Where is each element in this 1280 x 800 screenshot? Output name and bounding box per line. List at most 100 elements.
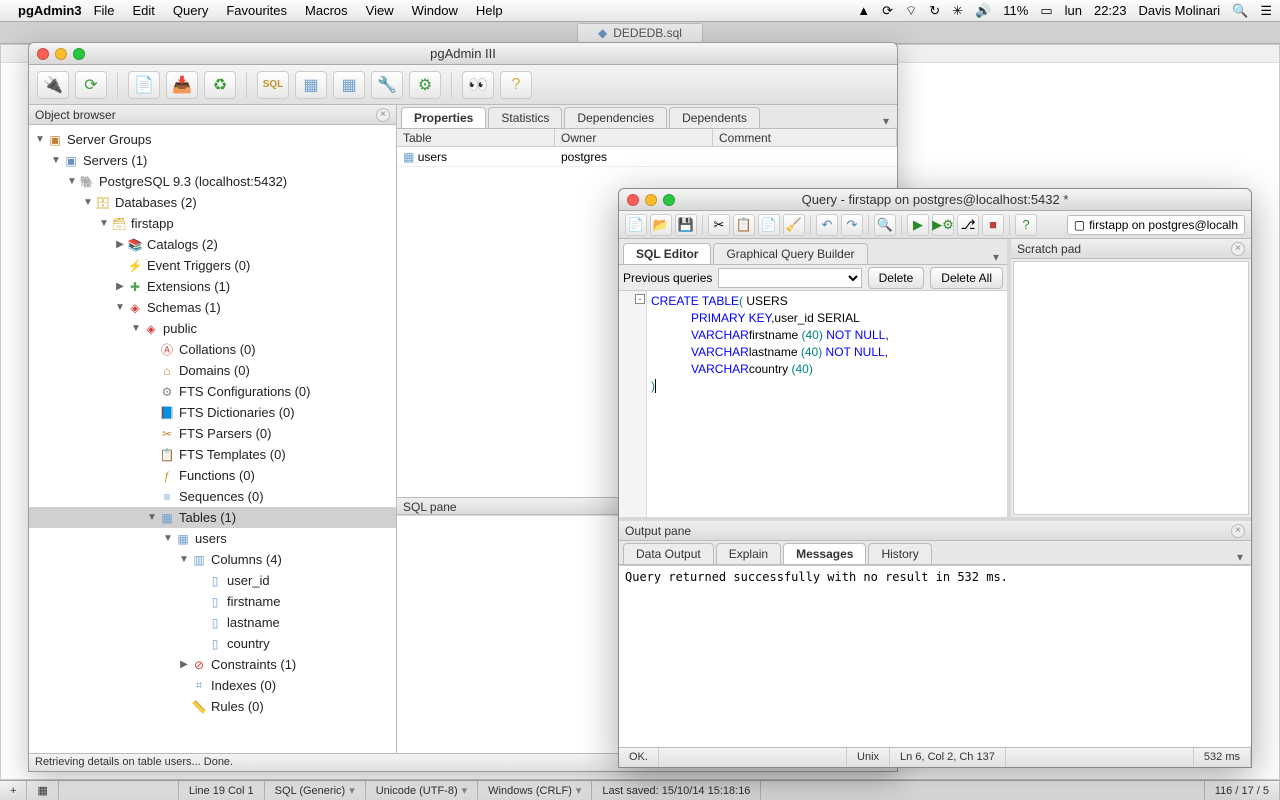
copy-button[interactable]: 📋 bbox=[733, 214, 755, 236]
cut-button[interactable]: ✂ bbox=[708, 214, 730, 236]
find-button[interactable]: 🔍 bbox=[874, 214, 896, 236]
tab-history[interactable]: History bbox=[868, 543, 931, 564]
tree-databases[interactable]: Databases (2) bbox=[115, 195, 197, 210]
tree-postgresql[interactable]: PostgreSQL 9.3 (localhost:5432) bbox=[99, 174, 287, 189]
tree-col-country[interactable]: country bbox=[227, 636, 270, 651]
guru-button[interactable]: 👀 bbox=[462, 71, 494, 99]
tree-servers[interactable]: Servers (1) bbox=[83, 153, 147, 168]
tab-graphical-builder[interactable]: Graphical Query Builder bbox=[713, 243, 867, 264]
wifi-icon[interactable]: ⌔ bbox=[905, 3, 917, 19]
tree-functions[interactable]: Functions (0) bbox=[179, 468, 255, 483]
redo-button[interactable]: ↷ bbox=[841, 214, 863, 236]
tree-col-userid[interactable]: user_id bbox=[227, 573, 270, 588]
tree-indexes[interactable]: Indexes (0) bbox=[211, 678, 276, 693]
tab-data-output[interactable]: Data Output bbox=[623, 543, 714, 564]
window-close-button[interactable] bbox=[37, 48, 49, 60]
tab-messages[interactable]: Messages bbox=[783, 543, 866, 564]
clear-button[interactable]: 🧹 bbox=[783, 214, 805, 236]
view-data-button[interactable]: ▦ bbox=[295, 71, 327, 99]
status-add[interactable]: + bbox=[0, 781, 27, 800]
tree-tables[interactable]: Tables (1) bbox=[179, 510, 236, 525]
tree-ftsdict[interactable]: FTS Dictionaries (0) bbox=[179, 405, 295, 420]
tab-explain[interactable]: Explain bbox=[716, 543, 781, 564]
window-zoom-button[interactable] bbox=[663, 194, 675, 206]
window-minimize-button[interactable] bbox=[55, 48, 67, 60]
sync-icon[interactable]: ⟳ bbox=[882, 3, 893, 19]
status-encoding[interactable]: Unicode (UTF-8) bbox=[366, 781, 478, 800]
user-name[interactable]: Davis Molinari bbox=[1139, 3, 1221, 18]
fold-toggle-icon[interactable]: - bbox=[635, 294, 645, 304]
tree-col-firstname[interactable]: firstname bbox=[227, 594, 280, 609]
filter-button[interactable]: ▦ bbox=[333, 71, 365, 99]
menu-window[interactable]: Window bbox=[412, 3, 458, 18]
connect-button[interactable]: 🔌 bbox=[37, 71, 69, 99]
paste-button[interactable]: 📄 bbox=[758, 214, 780, 236]
clock-time[interactable]: 22:23 bbox=[1094, 3, 1127, 18]
tab-dependencies[interactable]: Dependencies bbox=[564, 107, 667, 128]
tree-table-users[interactable]: users bbox=[195, 531, 227, 546]
timemachine-icon[interactable]: ↻ bbox=[929, 3, 940, 19]
properties-button[interactable]: 📄 bbox=[128, 71, 160, 99]
tree-col-lastname[interactable]: lastname bbox=[227, 615, 280, 630]
tree-public[interactable]: public bbox=[163, 321, 197, 336]
tree-schemas[interactable]: Schemas (1) bbox=[147, 300, 221, 315]
notifications-icon[interactable]: ☰ bbox=[1260, 3, 1272, 19]
battery-icon[interactable]: ▭ bbox=[1040, 3, 1052, 19]
window-close-button[interactable] bbox=[627, 194, 639, 206]
window-zoom-button[interactable] bbox=[73, 48, 85, 60]
tab-dependents[interactable]: Dependents bbox=[669, 107, 760, 128]
panel-close-icon[interactable]: × bbox=[1231, 524, 1245, 538]
clock-day[interactable]: lun bbox=[1065, 3, 1082, 18]
gdrive-icon[interactable]: ▲ bbox=[857, 3, 870, 18]
table-row[interactable]: ▦ users postgres bbox=[397, 147, 897, 167]
cancel-button[interactable]: ■ bbox=[982, 214, 1004, 236]
save-button[interactable]: 💾 bbox=[675, 214, 697, 236]
tree-domains[interactable]: Domains (0) bbox=[179, 363, 250, 378]
query-titlebar[interactable]: Query - firstapp on postgres@localhost:5… bbox=[619, 189, 1251, 211]
col-comment[interactable]: Comment bbox=[713, 129, 897, 146]
bluetooth-icon[interactable]: ✳ bbox=[952, 3, 963, 19]
tree-columns[interactable]: Columns (4) bbox=[211, 552, 282, 567]
tree-constraints[interactable]: Constraints (1) bbox=[211, 657, 296, 672]
tree-collations[interactable]: Collations (0) bbox=[179, 342, 256, 357]
tree-rules[interactable]: Rules (0) bbox=[211, 699, 264, 714]
undo-button[interactable]: ↶ bbox=[816, 214, 838, 236]
delete-button[interactable]: Delete bbox=[868, 267, 925, 289]
output-messages[interactable]: Query returned successfully with no resu… bbox=[619, 565, 1251, 747]
execute-pgscript-button[interactable]: ▶⚙ bbox=[932, 214, 954, 236]
status-panel-icon[interactable]: ▦ bbox=[27, 781, 58, 800]
tree-ftsconf[interactable]: FTS Configurations (0) bbox=[179, 384, 311, 399]
maintenance-button[interactable]: 🔧 bbox=[371, 71, 403, 99]
tab-sql-editor[interactable]: SQL Editor bbox=[623, 243, 711, 264]
execute-button[interactable]: ⚙ bbox=[409, 71, 441, 99]
tree-ftstpl[interactable]: FTS Templates (0) bbox=[179, 447, 286, 462]
sql-editor[interactable]: - CREATE TABLE( USERS PRIMARY KEY,user_i… bbox=[619, 291, 1007, 517]
status-language[interactable]: SQL (Generic) bbox=[265, 781, 366, 800]
tree-server-groups[interactable]: Server Groups bbox=[67, 132, 152, 147]
tabs-chevron-icon[interactable]: ▾ bbox=[875, 114, 897, 128]
panel-close-icon[interactable]: × bbox=[376, 108, 390, 122]
help-button[interactable]: ? bbox=[1015, 214, 1037, 236]
status-eol[interactable]: Windows (CRLF) bbox=[478, 781, 592, 800]
object-tree[interactable]: ▼▣Server Groups ▼▣Servers (1) ▼🐘PostgreS… bbox=[29, 125, 396, 753]
col-table[interactable]: Table bbox=[397, 129, 555, 146]
sql-code[interactable]: CREATE TABLE( USERS PRIMARY KEY,user_id … bbox=[647, 291, 893, 517]
app-name[interactable]: pgAdmin3 bbox=[18, 3, 82, 18]
panel-close-icon[interactable]: × bbox=[1231, 242, 1245, 256]
tree-ftspar[interactable]: FTS Parsers (0) bbox=[179, 426, 271, 441]
scratch-pad[interactable] bbox=[1013, 261, 1249, 515]
col-owner[interactable]: Owner bbox=[555, 129, 713, 146]
tree-firstapp[interactable]: firstapp bbox=[131, 216, 174, 231]
window-minimize-button[interactable] bbox=[645, 194, 657, 206]
pgadmin-titlebar[interactable]: pgAdmin III bbox=[29, 43, 897, 65]
open-button[interactable]: 📂 bbox=[650, 214, 672, 236]
menu-favourites[interactable]: Favourites bbox=[226, 3, 287, 18]
battery-percent[interactable]: 11% bbox=[1003, 3, 1028, 18]
tree-extensions[interactable]: Extensions (1) bbox=[147, 279, 230, 294]
tree-catalogs[interactable]: Catalogs (2) bbox=[147, 237, 218, 252]
tab-statistics[interactable]: Statistics bbox=[488, 107, 562, 128]
explain-button[interactable]: ⎇ bbox=[957, 214, 979, 236]
help-button[interactable]: ? bbox=[500, 71, 532, 99]
tree-sequences[interactable]: Sequences (0) bbox=[179, 489, 264, 504]
connection-selector[interactable]: ▢ firstapp on postgres@localh bbox=[1067, 215, 1245, 235]
